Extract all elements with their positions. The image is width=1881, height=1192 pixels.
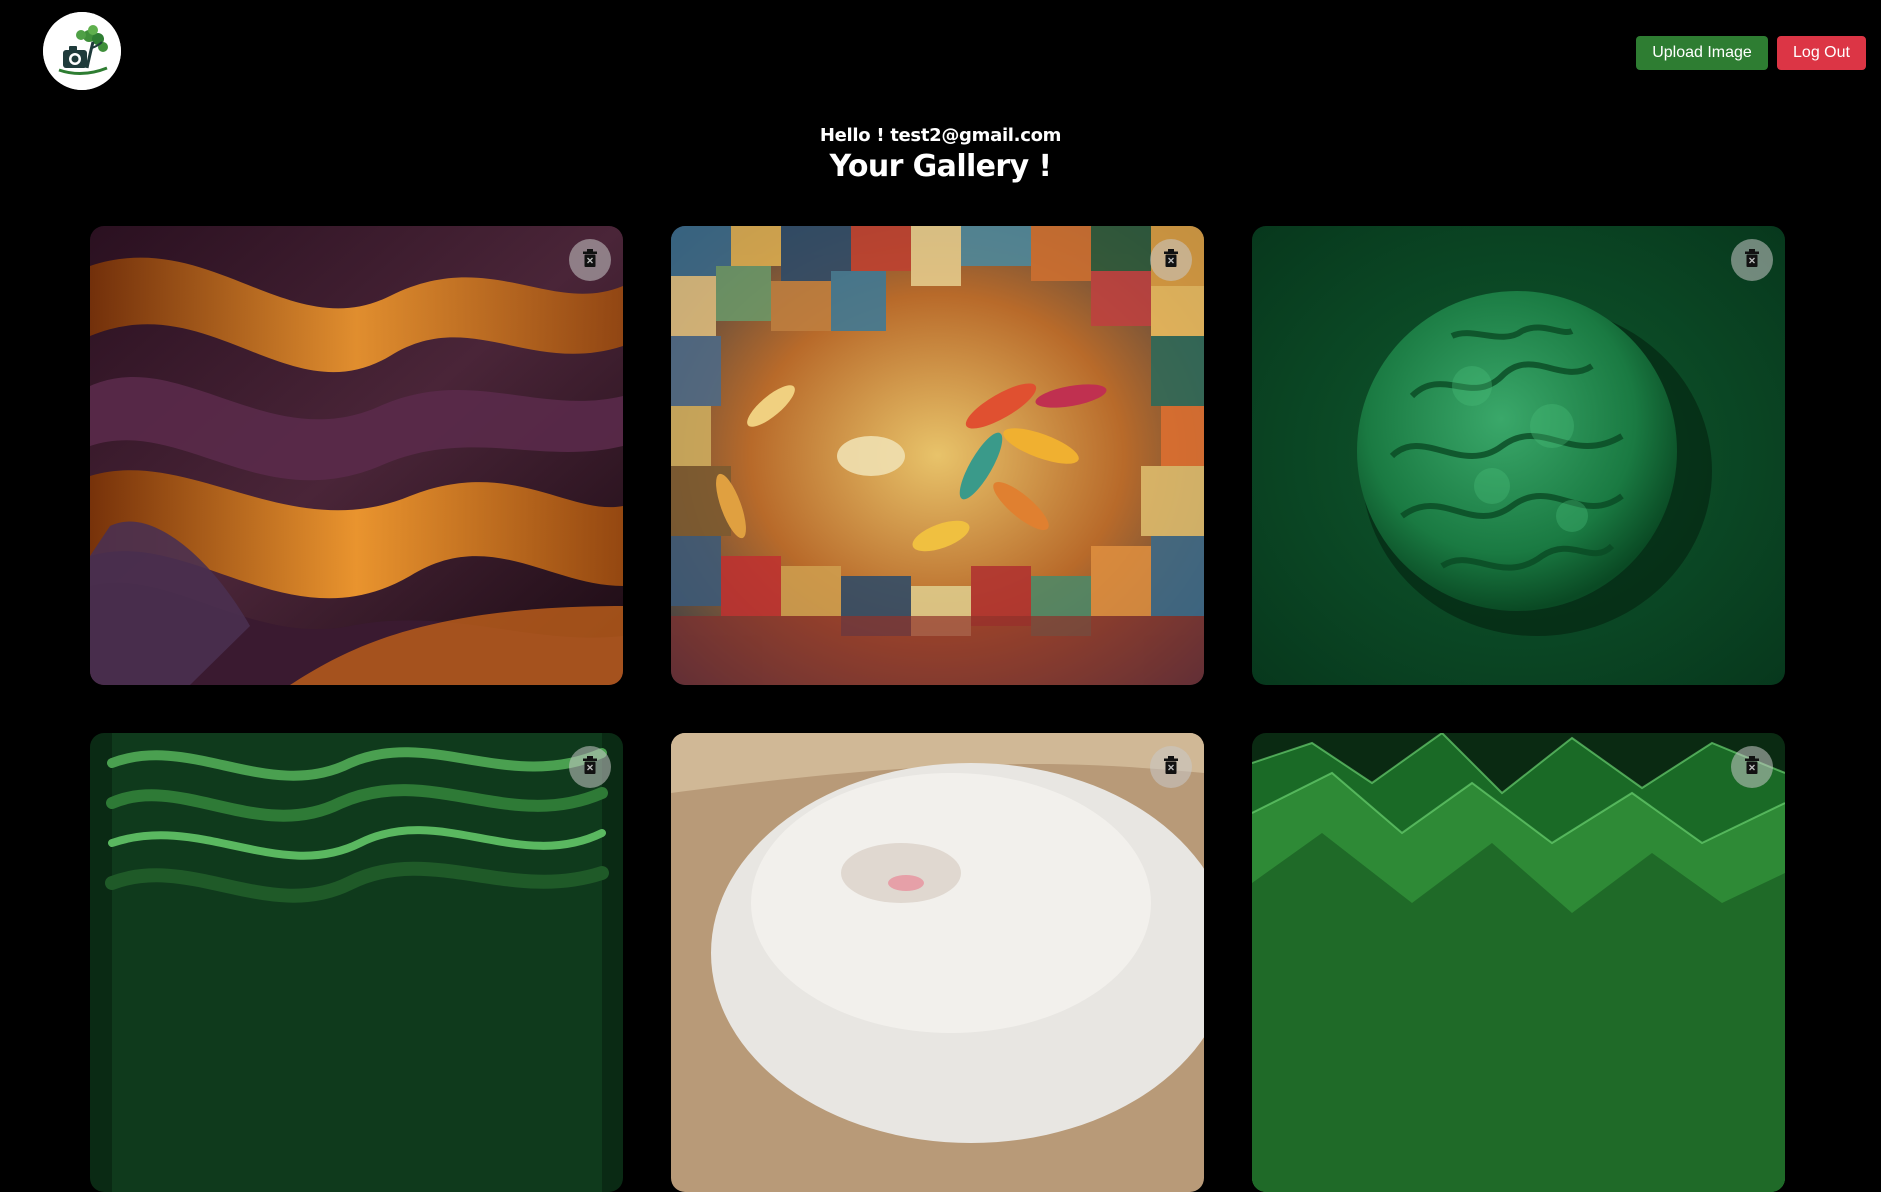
delete-button[interactable] (1731, 746, 1773, 788)
gallery-item[interactable] (671, 226, 1204, 685)
gallery-item[interactable] (671, 733, 1204, 1192)
trash-icon (582, 249, 598, 271)
trash-icon (1163, 756, 1179, 778)
delete-button[interactable] (1731, 239, 1773, 281)
gallery-heading: Hello ! test2@gmail.com Your Gallery ! (0, 124, 1881, 186)
gallery-item[interactable] (1252, 733, 1785, 1192)
trash-icon (1744, 756, 1760, 778)
gallery-image[interactable] (90, 733, 623, 1192)
greeting-text: Hello ! test2@gmail.com (819, 125, 1062, 146)
gallery-item[interactable] (90, 226, 623, 685)
delete-button[interactable] (569, 239, 611, 281)
trash-icon (1163, 249, 1179, 271)
gallery-image[interactable] (671, 733, 1204, 1192)
logo-icon[interactable] (43, 12, 121, 90)
gallery-image[interactable] (90, 226, 623, 685)
gallery-image[interactable] (671, 226, 1204, 685)
gallery-item[interactable] (1252, 226, 1785, 685)
upload-image-button[interactable]: Upload Image (1636, 36, 1768, 70)
delete-button[interactable] (569, 746, 611, 788)
page-title: Your Gallery ! (829, 149, 1052, 184)
delete-button[interactable] (1150, 746, 1192, 788)
top-bar: Upload Image Log Out (0, 0, 1881, 110)
gallery-image[interactable] (1252, 733, 1785, 1192)
trash-icon (582, 756, 598, 778)
delete-button[interactable] (1150, 239, 1192, 281)
gallery-item[interactable] (90, 733, 623, 1192)
gallery-image[interactable] (1252, 226, 1785, 685)
log-out-button[interactable]: Log Out (1777, 36, 1866, 70)
trash-icon (1744, 249, 1760, 271)
